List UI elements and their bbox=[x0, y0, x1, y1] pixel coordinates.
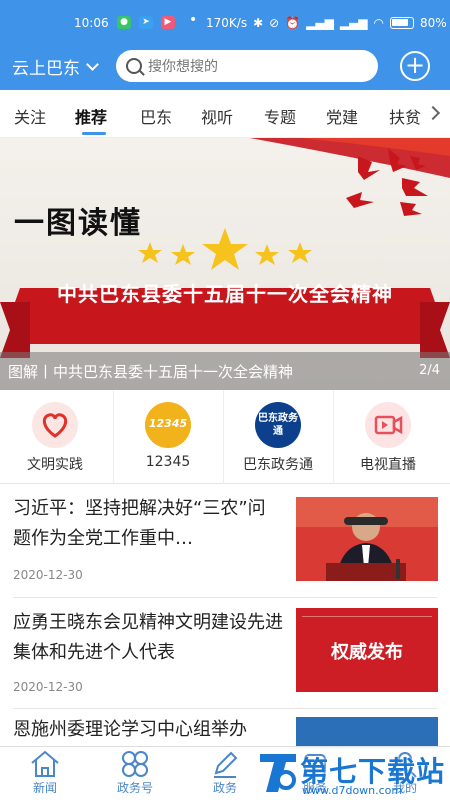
signal-icon-2: ▂▄▆ bbox=[339, 16, 368, 30]
home-icon bbox=[10, 749, 80, 779]
gov-icon-text: 巴东政务通 bbox=[258, 413, 298, 437]
quick-link-12345[interactable]: 12345 12345 bbox=[113, 390, 223, 484]
nav-gov[interactable]: 政务 bbox=[190, 749, 260, 796]
news-item[interactable]: 应勇王晓东会见精神文明建设先进集体和先进个人代表 2020-12-30 权威发布 bbox=[0, 598, 450, 708]
more-tabs-button[interactable] bbox=[422, 92, 450, 136]
news-item[interactable]: 习近平：坚持把解决好“三农”问题作为全党工作重中… 2020-12-30 bbox=[0, 484, 450, 594]
tab-audio-video[interactable]: 视听 bbox=[201, 104, 233, 128]
mute-icon: ⊘ bbox=[269, 16, 280, 30]
video-app-icon: ▶ bbox=[161, 16, 175, 29]
status-time: 10:06 bbox=[74, 16, 109, 30]
heart-icon bbox=[32, 402, 78, 448]
nav-gov-accounts[interactable]: 政务号 bbox=[100, 749, 170, 796]
bluetooth-icon: ✱ bbox=[253, 16, 264, 30]
news-date: 2020-12-30 bbox=[13, 680, 83, 694]
network-speed: 170K/s bbox=[206, 16, 248, 30]
notification-icons: ● ➤ ▶ bbox=[117, 16, 175, 29]
battery-level: 80% bbox=[420, 16, 447, 30]
app-header: 云上巴东 搜你想搜的 + bbox=[0, 50, 450, 90]
banner-caption: 图解丨中共巴东县委十五届十一次全会精神 bbox=[8, 363, 294, 381]
quick-link-tv-live[interactable]: 电视直播 bbox=[333, 390, 443, 484]
nav-label: 政务 bbox=[212, 781, 237, 795]
active-tab-indicator bbox=[82, 132, 106, 135]
news-thumbnail bbox=[296, 497, 438, 581]
tab-topics[interactable]: 专题 bbox=[264, 104, 296, 128]
nav-news[interactable]: 新闻 bbox=[10, 749, 80, 796]
search-input[interactable]: 搜你想搜的 bbox=[116, 50, 378, 82]
hotline-icon-text: 12345 bbox=[148, 417, 188, 430]
status-bar: 10:06 ● ➤ ▶ • 170K/s ✱ ⊘ ⏰ ▂▄▆ ▂▄▆ ◠ 80% bbox=[0, 0, 450, 50]
news-title: 习近平：坚持把解决好“三农”问题作为全党工作重中… bbox=[13, 498, 266, 549]
chevron-right-icon bbox=[425, 105, 441, 121]
nav-label: 政务号 bbox=[116, 781, 153, 795]
alarm-icon: ⏰ bbox=[285, 16, 301, 30]
chevron-down-icon bbox=[86, 58, 99, 71]
banner-headline: 一图读懂 bbox=[14, 206, 142, 241]
news-title: 恩施州委理论学习中心组举办 bbox=[13, 719, 247, 740]
search-icon bbox=[126, 58, 142, 74]
search-placeholder: 搜你想搜的 bbox=[148, 59, 218, 75]
watermark: 第七下载站 www.d7down.com bbox=[256, 746, 450, 800]
banner-carousel[interactable]: 一图读懂 中共巴东县委十五届十一次全会精神 图解丨中共巴东县委十五届十一次全会精… bbox=[0, 138, 450, 390]
quick-link-label: 电视直播 bbox=[360, 457, 416, 473]
quick-link-gov-service[interactable]: 巴东政务通 巴东政务通 bbox=[223, 390, 333, 484]
send-app-icon: ➤ bbox=[139, 16, 153, 29]
tab-badong[interactable]: 巴东 bbox=[140, 104, 172, 128]
region-selector[interactable]: 云上巴东 bbox=[12, 54, 99, 79]
news-date: 2020-12-30 bbox=[13, 568, 83, 582]
news-thumbnail bbox=[296, 717, 438, 749]
news-thumbnail: 权威发布 bbox=[296, 608, 438, 692]
banner-ribbon-text: 中共巴东县委十五届十一次全会精神 bbox=[57, 282, 393, 306]
quick-link-label: 文明实践 bbox=[27, 457, 83, 473]
tab-recommend[interactable]: 推荐 bbox=[75, 104, 107, 128]
authority-release-label: 权威发布 bbox=[331, 642, 403, 663]
banner-page-indicator: 2/4 bbox=[419, 363, 440, 378]
decor-line bbox=[302, 616, 432, 617]
news-item[interactable]: 恩施州委理论学习中心组举办 bbox=[0, 709, 450, 749]
wifi-icon: ◠ bbox=[373, 16, 385, 30]
gov-service-icon: 巴东政务通 bbox=[255, 402, 301, 448]
banner-caption-bar: 图解丨中共巴东县委十五届十一次全会精神 2/4 bbox=[0, 352, 450, 390]
quick-link-label: 巴东政务通 bbox=[243, 457, 313, 473]
news-title: 应勇王晓东会见精神文明建设先进集体和先进个人代表 bbox=[13, 612, 283, 663]
quick-link-label: 12345 bbox=[145, 454, 191, 470]
tab-party[interactable]: 党建 bbox=[326, 104, 358, 128]
hotline-12345-icon: 12345 bbox=[145, 402, 191, 448]
quick-link-civilization[interactable]: 文明实践 bbox=[0, 390, 110, 484]
grid-clover-icon bbox=[100, 749, 170, 779]
watermark-url: www.d7down.com bbox=[302, 784, 403, 797]
tab-poverty[interactable]: 扶贫 bbox=[389, 104, 421, 128]
status-right: 170K/s ✱ ⊘ ⏰ ▂▄▆ ▂▄▆ ◠ 80% bbox=[206, 16, 447, 30]
battery-icon bbox=[390, 17, 415, 29]
signal-icon: ▂▄▆ bbox=[306, 16, 334, 30]
plus-icon[interactable]: + bbox=[400, 51, 430, 81]
region-label: 云上巴东 bbox=[12, 59, 80, 79]
pen-icon bbox=[190, 749, 260, 779]
channel-tabs: 关注 推荐 巴东 视听 专题 党建 扶贫 bbox=[0, 90, 450, 138]
tab-follow[interactable]: 关注 bbox=[14, 104, 46, 128]
quick-links: 文明实践 12345 12345 巴东政务通 巴东政务通 电视直播 bbox=[0, 390, 450, 484]
status-dot: • bbox=[189, 12, 198, 28]
tv-live-icon bbox=[365, 402, 411, 448]
chat-app-icon: ● bbox=[117, 16, 131, 29]
nav-label: 新闻 bbox=[32, 781, 57, 795]
